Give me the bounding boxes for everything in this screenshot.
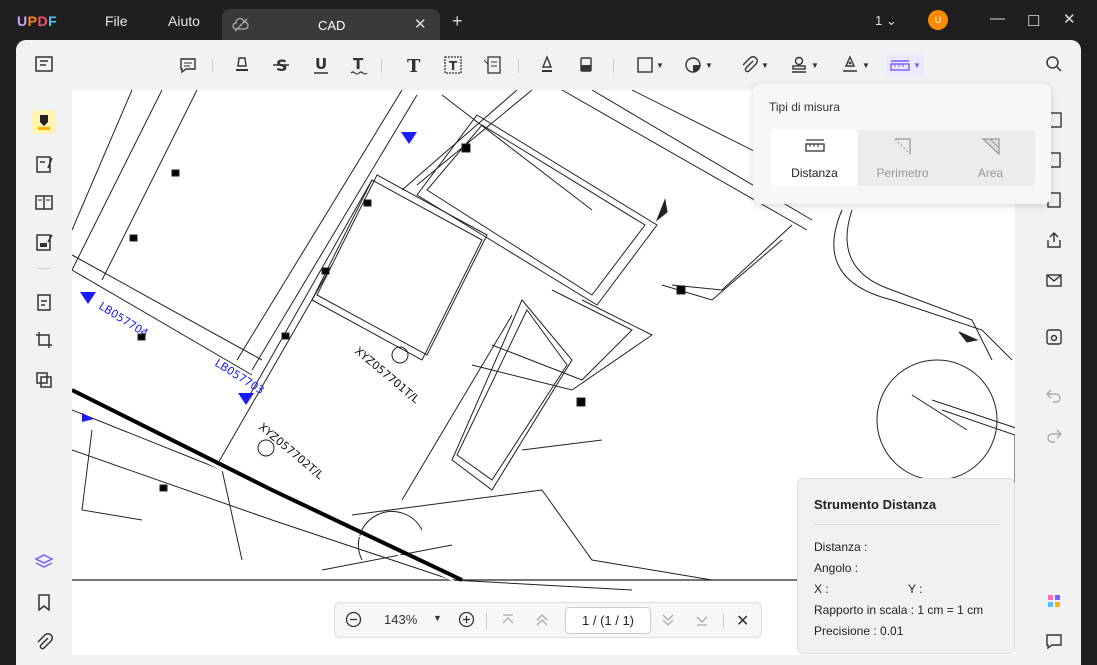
zoom-dropdown-icon[interactable]: ▼ bbox=[433, 613, 442, 623]
perimeter-icon bbox=[892, 136, 914, 161]
precision-value: Precisione : 0.01 bbox=[814, 624, 904, 638]
ai-assistant-icon[interactable] bbox=[1044, 591, 1064, 611]
undo-icon[interactable] bbox=[1044, 385, 1064, 405]
menu-help[interactable]: Aiuto bbox=[168, 13, 200, 29]
sticky-note-icon[interactable] bbox=[177, 54, 199, 76]
form-icon[interactable] bbox=[32, 230, 56, 254]
x-value: X : bbox=[814, 582, 829, 596]
label-xyz057701: XYZ057701T/L bbox=[352, 344, 423, 406]
label-xyz057702: XYZ057702T/L bbox=[256, 420, 327, 482]
layers-icon[interactable] bbox=[32, 550, 56, 574]
zoom-out-icon[interactable] bbox=[345, 611, 362, 631]
label-lb057703: LB057703 bbox=[212, 357, 266, 398]
edit-pdf-icon[interactable] bbox=[32, 152, 56, 176]
distance-tool-panel: Strumento Distanza Distanza : Angolo : X… bbox=[797, 478, 1015, 654]
toolbar-divider bbox=[381, 59, 382, 73]
title-bar: UPDF File Aiuto CAD ✕ + 1 ⌄ U — ☐ ✕ bbox=[0, 0, 1097, 42]
bookmark-icon[interactable] bbox=[32, 590, 56, 614]
share-icon[interactable] bbox=[1044, 230, 1064, 250]
distance-ruler-icon bbox=[804, 136, 826, 161]
attach-file-icon[interactable]: ▼ bbox=[737, 54, 771, 76]
measure-distance-option[interactable]: Distanza bbox=[771, 130, 858, 186]
text-callout-icon[interactable] bbox=[481, 54, 503, 76]
svg-text:U: U bbox=[315, 55, 327, 73]
panel-divider bbox=[814, 524, 1000, 525]
toolbar-divider bbox=[613, 59, 614, 73]
cloud-off-icon bbox=[232, 16, 250, 39]
close-window-button[interactable]: ✕ bbox=[1063, 10, 1076, 28]
page-count-dropdown[interactable]: 1 ⌄ bbox=[875, 13, 897, 29]
search-icon[interactable] bbox=[1044, 54, 1064, 74]
comments-icon[interactable] bbox=[1044, 631, 1064, 651]
shape-fill-icon[interactable]: ▼ bbox=[681, 54, 715, 76]
strikethrough-icon[interactable]: S bbox=[270, 54, 292, 76]
avatar[interactable]: U bbox=[928, 10, 948, 30]
signature-icon[interactable]: ▼ bbox=[837, 54, 873, 76]
measure-options: Distanza Perimetro Area bbox=[771, 130, 1035, 186]
page-number-input[interactable]: 1 / (1 / 1) bbox=[565, 607, 651, 634]
updf-logo: UPDF bbox=[17, 13, 58, 29]
svg-text:T: T bbox=[353, 55, 364, 73]
toolbar-divider bbox=[518, 59, 519, 73]
angle-value: Angolo : bbox=[814, 561, 859, 575]
minimize-button[interactable]: — bbox=[990, 10, 1005, 27]
organize-pages-icon[interactable] bbox=[32, 190, 56, 214]
measure-types-popup: Tipi di misura Distanza Perimetro Area bbox=[753, 84, 1051, 204]
toolbar-divider bbox=[212, 59, 213, 73]
shape-tool-icon[interactable]: ▼ bbox=[634, 54, 666, 76]
eraser-icon[interactable] bbox=[575, 54, 597, 76]
svg-text:T: T bbox=[407, 56, 421, 75]
measure-perimeter-option[interactable]: Perimetro bbox=[859, 130, 946, 186]
email-icon[interactable] bbox=[1044, 270, 1064, 290]
zoom-divider bbox=[723, 613, 724, 629]
maximize-button[interactable]: ☐ bbox=[1027, 12, 1040, 30]
annotation-toolbar: S U T T T ▼ ▼ ▼ ▼ ▼ ▼ bbox=[72, 40, 1025, 90]
close-tab-icon[interactable]: ✕ bbox=[414, 15, 427, 33]
convert-icon[interactable] bbox=[32, 290, 56, 314]
chevron-down-icon: ⌄ bbox=[885, 13, 897, 28]
next-page-icon[interactable] bbox=[660, 612, 676, 631]
text-icon[interactable]: T bbox=[403, 54, 425, 76]
zoom-divider bbox=[486, 613, 487, 629]
y-value: Y : bbox=[908, 582, 923, 596]
attachment-icon[interactable] bbox=[32, 630, 56, 654]
measure-tool-icon[interactable]: ▼ bbox=[886, 54, 924, 76]
tab-title: CAD bbox=[318, 18, 346, 33]
squiggly-underline-icon[interactable]: T bbox=[348, 54, 370, 76]
zoom-bar: 143% ▼ 1 / (1 / 1) ✕ bbox=[334, 602, 762, 638]
area-icon bbox=[980, 136, 1002, 161]
underline-icon[interactable]: U bbox=[310, 54, 332, 76]
left-sidebar bbox=[16, 40, 72, 665]
add-tab-button[interactable]: + bbox=[452, 11, 463, 32]
scale-ratio: Rapporto in scala : 1 cm = 1 cm bbox=[814, 603, 984, 617]
zoom-in-icon[interactable] bbox=[458, 611, 475, 631]
measure-popup-title: Tipi di misura bbox=[769, 100, 840, 114]
close-zoom-bar-icon[interactable]: ✕ bbox=[736, 611, 749, 631]
first-page-icon[interactable] bbox=[500, 612, 516, 631]
stamp-icon[interactable]: ▼ bbox=[786, 54, 822, 76]
highlighter-icon[interactable] bbox=[231, 54, 253, 76]
crop-icon[interactable] bbox=[32, 328, 56, 352]
redo-icon[interactable] bbox=[1044, 425, 1064, 445]
compare-icon[interactable] bbox=[32, 368, 56, 392]
distance-panel-title: Strumento Distanza bbox=[814, 497, 937, 512]
zoom-level[interactable]: 143% bbox=[384, 612, 417, 627]
previous-page-icon[interactable] bbox=[534, 612, 550, 631]
reader-icon[interactable] bbox=[32, 52, 56, 76]
measure-area-option[interactable]: Area bbox=[947, 130, 1034, 186]
menu-file[interactable]: File bbox=[105, 13, 128, 29]
pencil-icon[interactable] bbox=[536, 54, 558, 76]
svg-text:T: T bbox=[449, 59, 458, 73]
sidebar-divider bbox=[38, 268, 50, 269]
last-page-icon[interactable] bbox=[694, 612, 710, 631]
save-icon[interactable] bbox=[1044, 327, 1064, 347]
distance-value: Distanza : bbox=[814, 540, 868, 554]
textbox-icon[interactable]: T bbox=[442, 54, 464, 76]
comment-tool-icon[interactable] bbox=[32, 110, 56, 134]
document-tab[interactable]: CAD ✕ bbox=[222, 9, 440, 42]
